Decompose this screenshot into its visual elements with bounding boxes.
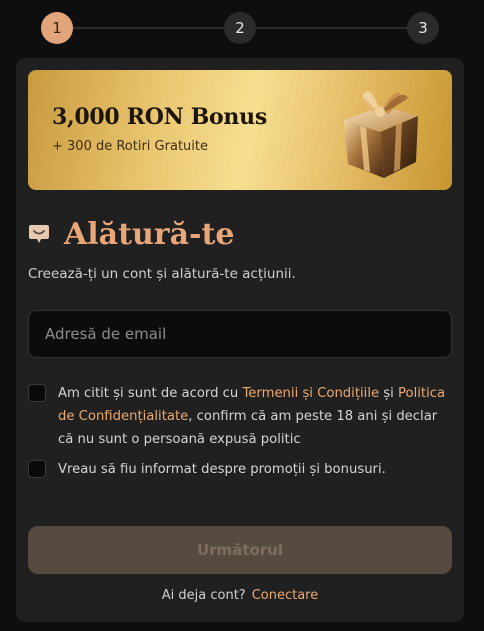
gift-box-icon bbox=[344, 91, 418, 178]
email-field[interactable] bbox=[28, 310, 452, 358]
page-title: Alătură-te bbox=[64, 216, 235, 252]
terms-and: și bbox=[379, 386, 399, 401]
terms-checkbox[interactable] bbox=[28, 384, 46, 402]
terms-text: Am citit și sunt de acord cu Termenii și… bbox=[58, 382, 450, 451]
bonus-title: 3,000 RON Bonus bbox=[52, 104, 267, 130]
terms-prefix: Am citit și sunt de acord cu bbox=[58, 386, 243, 401]
login-link[interactable]: Conectare bbox=[252, 588, 319, 603]
promo-checkbox[interactable] bbox=[28, 460, 46, 478]
progress-stepper: 1 2 3 bbox=[41, 12, 439, 44]
page-subtitle: Creează-ți un cont și alătură-te acțiuni… bbox=[28, 266, 296, 282]
terms-link[interactable]: Termenii și Condițiile bbox=[242, 386, 379, 401]
terms-consent-row: Am citit și sunt de acord cu Termenii și… bbox=[28, 382, 450, 451]
step-1: 1 bbox=[41, 12, 73, 44]
heading-row: Alătură-te bbox=[28, 214, 234, 254]
chat-bubble-icon bbox=[29, 225, 49, 243]
bonus-subtitle: + 300 de Rotiri Gratuite bbox=[52, 139, 208, 154]
step-3: 3 bbox=[407, 12, 439, 44]
next-button[interactable]: Următorul bbox=[28, 526, 452, 574]
step-2: 2 bbox=[224, 12, 256, 44]
signup-card: 3,000 RON Bonus + 300 de Rotiri Gratuite bbox=[16, 58, 464, 622]
step-connector bbox=[256, 27, 407, 29]
promo-consent-row: Vreau să fiu informat despre promoții și… bbox=[28, 458, 450, 481]
login-prompt: Ai deja cont? bbox=[161, 588, 246, 603]
bonus-banner: 3,000 RON Bonus + 300 de Rotiri Gratuite bbox=[28, 70, 452, 190]
step-connector bbox=[73, 27, 224, 29]
promo-label: Vreau să fiu informat despre promoții și… bbox=[58, 462, 386, 477]
login-prompt-row: Ai deja cont? Conectare bbox=[16, 588, 464, 603]
